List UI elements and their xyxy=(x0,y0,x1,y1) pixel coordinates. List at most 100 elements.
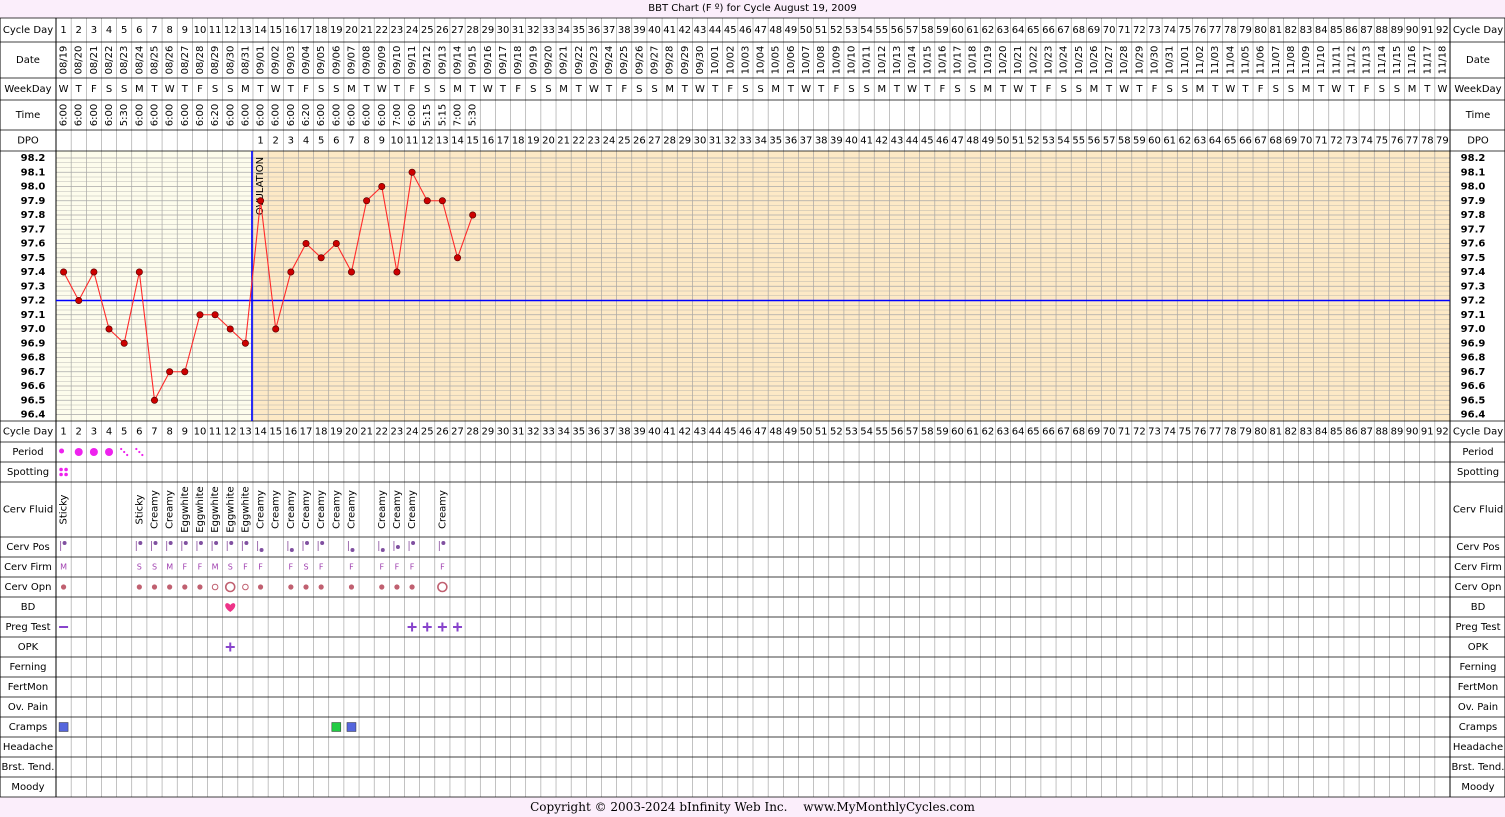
temp-axis-label: 97.1 xyxy=(21,310,46,321)
dpo-number: 17 xyxy=(497,136,510,147)
date-label: 09/16 xyxy=(483,46,494,75)
cycle-day-number: 79 xyxy=(1239,25,1252,36)
date-label: 09/08 xyxy=(362,46,373,75)
date-label: 11/03 xyxy=(1210,46,1221,75)
cycle-day-number: 23 xyxy=(391,25,404,36)
temperature-point xyxy=(287,268,295,276)
cerv-pos-dot xyxy=(153,541,158,545)
cerv-firm-label: F xyxy=(319,563,324,572)
cycle-day-number: 91 xyxy=(1421,25,1434,36)
cycle-day-number: 26 xyxy=(436,25,449,36)
cycle-day-number: 89 xyxy=(1391,25,1404,36)
time-label: 6:20 xyxy=(301,104,312,126)
dpo-number: 33 xyxy=(739,136,752,147)
weekday-label: F xyxy=(833,84,839,95)
weekday-label: T xyxy=(893,84,901,95)
temp-axis-label: 97.9 xyxy=(21,196,46,207)
spotting-marker xyxy=(64,472,68,477)
date-label: 08/23 xyxy=(119,46,130,75)
cerv-fluid-label: Sticky xyxy=(134,494,145,524)
dpo-number: 55 xyxy=(1072,136,1085,147)
temp-axis-label: 97.3 xyxy=(1461,281,1486,292)
date-label: 09/03 xyxy=(286,46,297,75)
cycle-day-number: 44 xyxy=(709,25,722,36)
date-label: 10/10 xyxy=(846,46,857,75)
cycle-day-number: 2 xyxy=(76,427,82,438)
dpo-number: 71 xyxy=(1315,136,1328,147)
cycle-day-number: 77 xyxy=(1209,25,1222,36)
dpo-number: 51 xyxy=(1012,136,1025,147)
weekday-label: T xyxy=(711,84,719,95)
cerv-firm-label: M xyxy=(212,563,219,572)
cycle-day-number: 29 xyxy=(481,25,494,36)
date-label: 11/05 xyxy=(1240,46,1251,75)
cycle-day-number: 15 xyxy=(269,25,282,36)
cerv-firm-label: M xyxy=(60,563,67,572)
weekday-label: T xyxy=(75,84,83,95)
cramps-marker xyxy=(58,722,69,732)
dpo-number: 28 xyxy=(663,136,676,147)
temperature-point xyxy=(454,254,462,262)
cycle-day-number: 33 xyxy=(542,427,555,438)
temp-axis-label: 97.2 xyxy=(1461,296,1486,307)
date-label: 08/19 xyxy=(59,46,70,75)
cerv-pos-dot xyxy=(214,541,219,545)
cycle-day-number: 12 xyxy=(224,25,237,36)
weekday-label: W xyxy=(907,84,917,95)
weekday-label: S xyxy=(1288,84,1294,95)
cycle-day-number: 69 xyxy=(1088,427,1101,438)
weekday-label: F xyxy=(940,84,946,95)
weekday-label: T xyxy=(363,84,371,95)
cycle-day-number: 34 xyxy=(557,427,570,438)
cycle-day-number: 41 xyxy=(663,427,676,438)
cycle-day-number: 45 xyxy=(724,427,737,438)
date-label: 08/20 xyxy=(74,46,85,75)
dpo-number: 7 xyxy=(348,136,354,147)
cycle-day-number: 10 xyxy=(194,427,207,438)
weekday-label: S xyxy=(954,84,960,95)
dpo-number: 63 xyxy=(1194,136,1207,147)
dpo-number: 18 xyxy=(512,136,525,147)
cerv-firm-label: F xyxy=(258,563,263,572)
cycle-day-number: 78 xyxy=(1224,25,1237,36)
dpo-number: 22 xyxy=(572,136,585,147)
cerv-opn-dot xyxy=(182,584,188,590)
cycle-day-number: 50 xyxy=(800,427,813,438)
temp-axis-label: 96.6 xyxy=(21,381,46,392)
row-label-left: Ov. Pain xyxy=(8,702,48,713)
date-label: 09/23 xyxy=(589,46,600,75)
spotting-marker xyxy=(59,472,63,477)
date-label: 11/07 xyxy=(1271,46,1282,75)
weekday-label: F xyxy=(727,84,733,95)
date-label: 09/20 xyxy=(543,46,554,75)
dpo-number: 52 xyxy=(1027,136,1040,147)
time-label: 6:00 xyxy=(149,104,160,126)
dpo-number: 20 xyxy=(542,136,555,147)
period-marker-light xyxy=(59,448,65,454)
cycle-day-number: 71 xyxy=(1118,25,1131,36)
date-label: 11/06 xyxy=(1256,46,1267,75)
temp-axis-label: 96.4 xyxy=(21,410,46,421)
weekday-label: W xyxy=(1331,84,1341,95)
time-label: 6:00 xyxy=(240,104,251,126)
cycle-day-number: 87 xyxy=(1360,25,1373,36)
weekday-label: T xyxy=(999,84,1007,95)
cycle-day-number: 47 xyxy=(754,25,767,36)
site-link[interactable]: www.MyMonthlyCycles.com xyxy=(803,800,975,814)
cycle-day-number: 13 xyxy=(239,25,252,36)
date-label: 11/09 xyxy=(1301,46,1312,75)
row-label-right: BD xyxy=(1471,602,1486,613)
cerv-opn-dot xyxy=(303,584,309,590)
spotting-marker xyxy=(64,467,68,472)
cerv-opn-dot xyxy=(379,584,385,590)
temp-axis-label: 97.3 xyxy=(21,281,46,292)
cramps-marker xyxy=(331,722,342,732)
weekday-label: M xyxy=(135,84,144,95)
row-label-right: Time xyxy=(1465,110,1490,121)
period-marker-spot xyxy=(138,450,141,454)
dpo-number: 72 xyxy=(1330,136,1343,147)
cerv-fluid-label: Creamy xyxy=(271,490,282,529)
weekday-label: T xyxy=(1211,84,1219,95)
cerv-fluid-label: Creamy xyxy=(331,490,342,529)
period-marker-spot xyxy=(126,453,129,457)
